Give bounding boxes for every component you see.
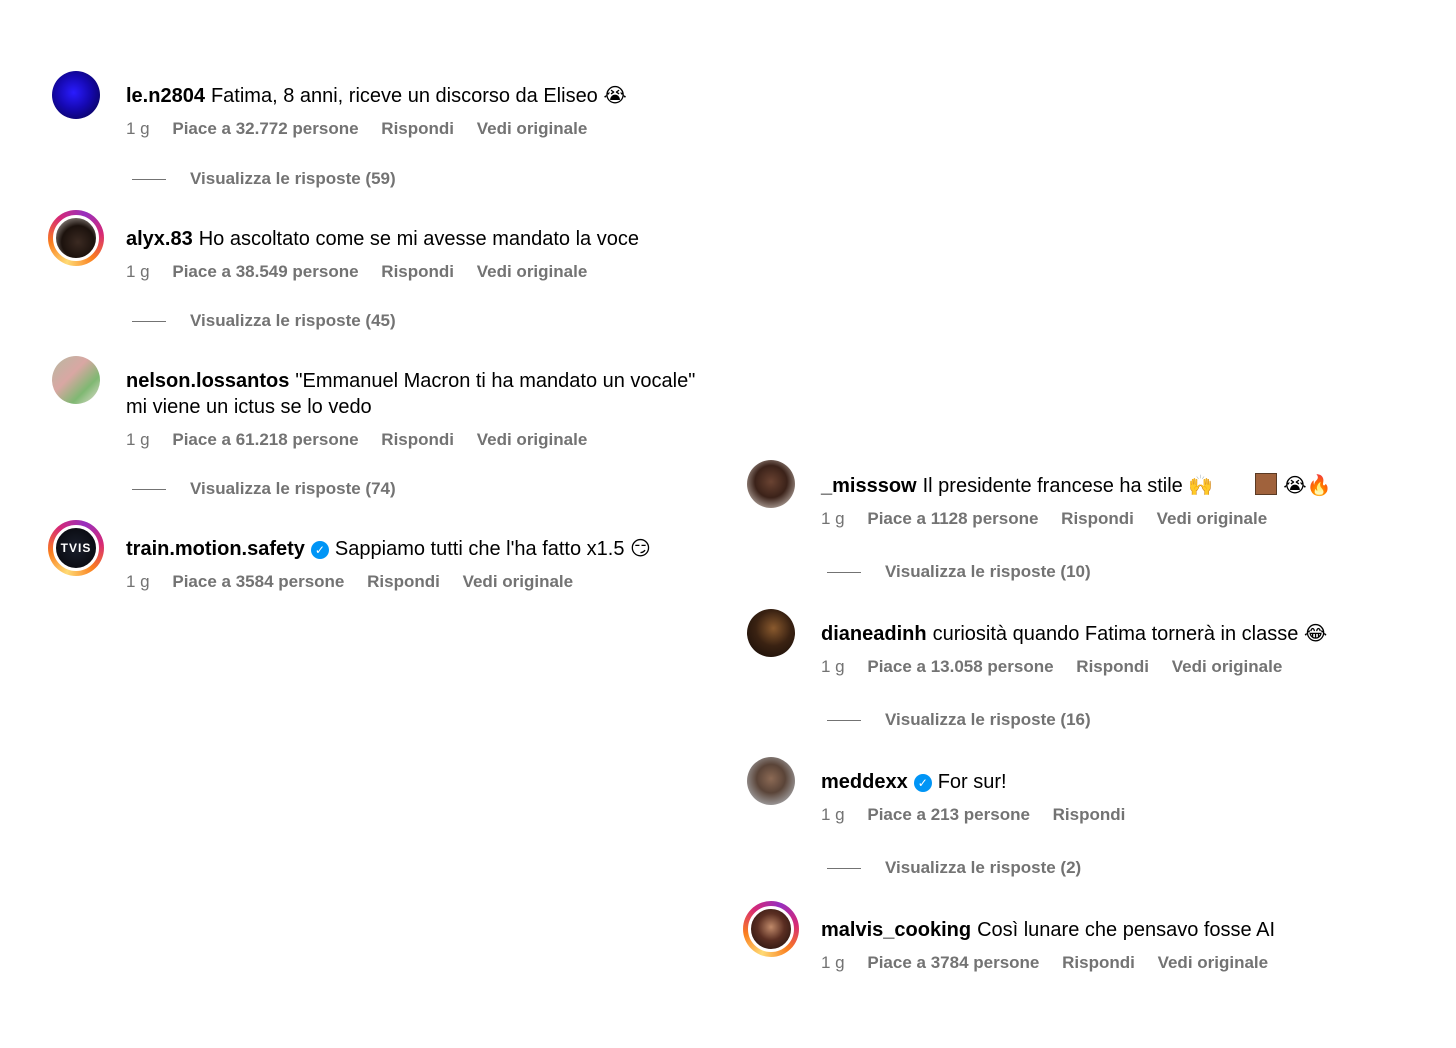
view-replies-button[interactable]: Visualizza le risposte (10): [827, 562, 1091, 582]
comment-text: Così lunare che pensavo fosse AI: [977, 919, 1276, 941]
flag-icon: [1255, 473, 1278, 495]
avatar[interactable]: [747, 757, 795, 805]
reply-button[interactable]: Rispondi: [381, 119, 454, 138]
timestamp: 1 g: [821, 953, 845, 972]
verified-check-icon: ✓: [913, 774, 932, 792]
comment-alyx-83: alyx.83 Ho ascoltato come se mi avesse ma…: [48, 210, 701, 282]
see-original-button[interactable]: Vedi originale: [1172, 657, 1283, 676]
reply-button[interactable]: Rispondi: [1053, 805, 1126, 824]
timestamp: 1 g: [126, 262, 150, 281]
reply-button[interactable]: Rispondi: [1062, 953, 1135, 972]
reply-button[interactable]: Rispondi: [1076, 657, 1149, 676]
comment-meddexx: meddexx ✓ For sur! 1 g Piace a 213 persone…: [747, 757, 1396, 825]
timestamp: 1 g: [126, 430, 150, 449]
comment-dianeadinh: dianeadinh curiosità quando Fatima torner…: [747, 609, 1421, 677]
comment-le-n2804: le.n2804 Fatima, 8 anni, riceve un discor…: [52, 71, 701, 139]
reply-button[interactable]: Rispondi: [381, 262, 454, 281]
timestamp: 1 g: [821, 509, 845, 528]
timestamp: 1 g: [821, 805, 845, 824]
avatar[interactable]: [747, 460, 795, 508]
likes-count[interactable]: Piace a 38.549 persone: [172, 262, 358, 281]
likes-count[interactable]: Piace a 61.218 persone: [172, 430, 358, 449]
username[interactable]: malvis_cooking: [821, 919, 971, 941]
likes-count[interactable]: Piace a 32.772 persone: [172, 119, 358, 138]
see-original-button[interactable]: Vedi originale: [477, 262, 588, 281]
username[interactable]: le.n2804: [126, 85, 205, 107]
view-replies-button[interactable]: Visualizza le risposte (59): [132, 169, 396, 189]
comment-text: For sur!: [937, 771, 1007, 793]
username[interactable]: _misssow: [821, 475, 917, 497]
timestamp: 1 g: [821, 657, 845, 676]
view-replies-button[interactable]: Visualizza le risposte (2): [827, 858, 1081, 878]
see-original-button[interactable]: Vedi originale: [1157, 509, 1268, 528]
divider: [132, 320, 166, 322]
likes-count[interactable]: Piace a 213 persone: [867, 805, 1030, 824]
see-original-button[interactable]: Vedi originale: [477, 430, 588, 449]
see-original-button[interactable]: Vedi originale: [463, 572, 574, 591]
view-replies-button[interactable]: Visualizza le risposte (74): [132, 479, 396, 499]
see-original-button[interactable]: Vedi originale: [1158, 953, 1269, 972]
divider: [827, 719, 861, 721]
view-replies-button[interactable]: Visualizza le risposte (16): [827, 710, 1091, 730]
avatar[interactable]: [747, 609, 795, 657]
avatar-story-ring[interactable]: TVIS: [48, 520, 104, 576]
avatar-story-ring[interactable]: [743, 901, 799, 957]
avatar[interactable]: [52, 356, 100, 404]
verified-check-icon: ✓: [310, 541, 329, 559]
avatar: TVIS: [53, 525, 99, 571]
divider: [827, 867, 861, 869]
reply-button[interactable]: Rispondi: [1061, 509, 1134, 528]
see-original-button[interactable]: Vedi originale: [477, 119, 588, 138]
likes-count[interactable]: Piace a 1128 persone: [867, 509, 1038, 528]
avatar[interactable]: [52, 71, 100, 119]
username[interactable]: meddexx: [821, 771, 908, 793]
comment-nelson-lossantos: nelson.lossantos "Emmanuel Macron ti ha m…: [52, 356, 701, 450]
comment-text: curiosità quando Fatima tornerà in class…: [932, 623, 1328, 645]
divider: [827, 571, 861, 573]
comment-text: Sappiamo tutti che l'ha fatto x1.5 😏: [334, 538, 651, 560]
username[interactable]: dianeadinh: [821, 623, 927, 645]
comment-train-motion-safety: TVIS train.motion.safety ✓ Sappiamo tutti …: [48, 520, 701, 592]
comment-text: Fatima, 8 anni, riceve un discorso da El…: [210, 85, 627, 107]
divider: [132, 178, 166, 180]
comment-misssow: _misssow Il presidente francese ha stile …: [747, 460, 1421, 529]
likes-count[interactable]: Piace a 3784 persone: [867, 953, 1039, 972]
likes-count[interactable]: Piace a 3584 persone: [172, 572, 344, 591]
timestamp: 1 g: [126, 572, 150, 591]
reply-button[interactable]: Rispondi: [367, 572, 440, 591]
timestamp: 1 g: [126, 119, 150, 138]
likes-count[interactable]: Piace a 13.058 persone: [867, 657, 1053, 676]
username[interactable]: alyx.83: [126, 228, 193, 250]
comment-text: Ho ascoltato come se mi avesse mandato l…: [198, 228, 639, 250]
comment-text: Il presidente francese ha stile 🙌: [922, 475, 1214, 497]
comment-text-emoji: 😭🔥: [1283, 473, 1332, 497]
view-replies-button[interactable]: Visualizza le risposte (45): [132, 311, 396, 331]
username[interactable]: train.motion.safety: [126, 538, 305, 560]
reply-button[interactable]: Rispondi: [381, 430, 454, 449]
avatar-story-ring[interactable]: [48, 210, 104, 266]
username[interactable]: nelson.lossantos: [126, 370, 289, 392]
divider: [132, 488, 166, 490]
comment-malvis-cooking: malvis_cooking Così lunare che pensavo fo…: [743, 901, 1396, 973]
avatar: [53, 215, 99, 261]
avatar: [748, 906, 794, 952]
